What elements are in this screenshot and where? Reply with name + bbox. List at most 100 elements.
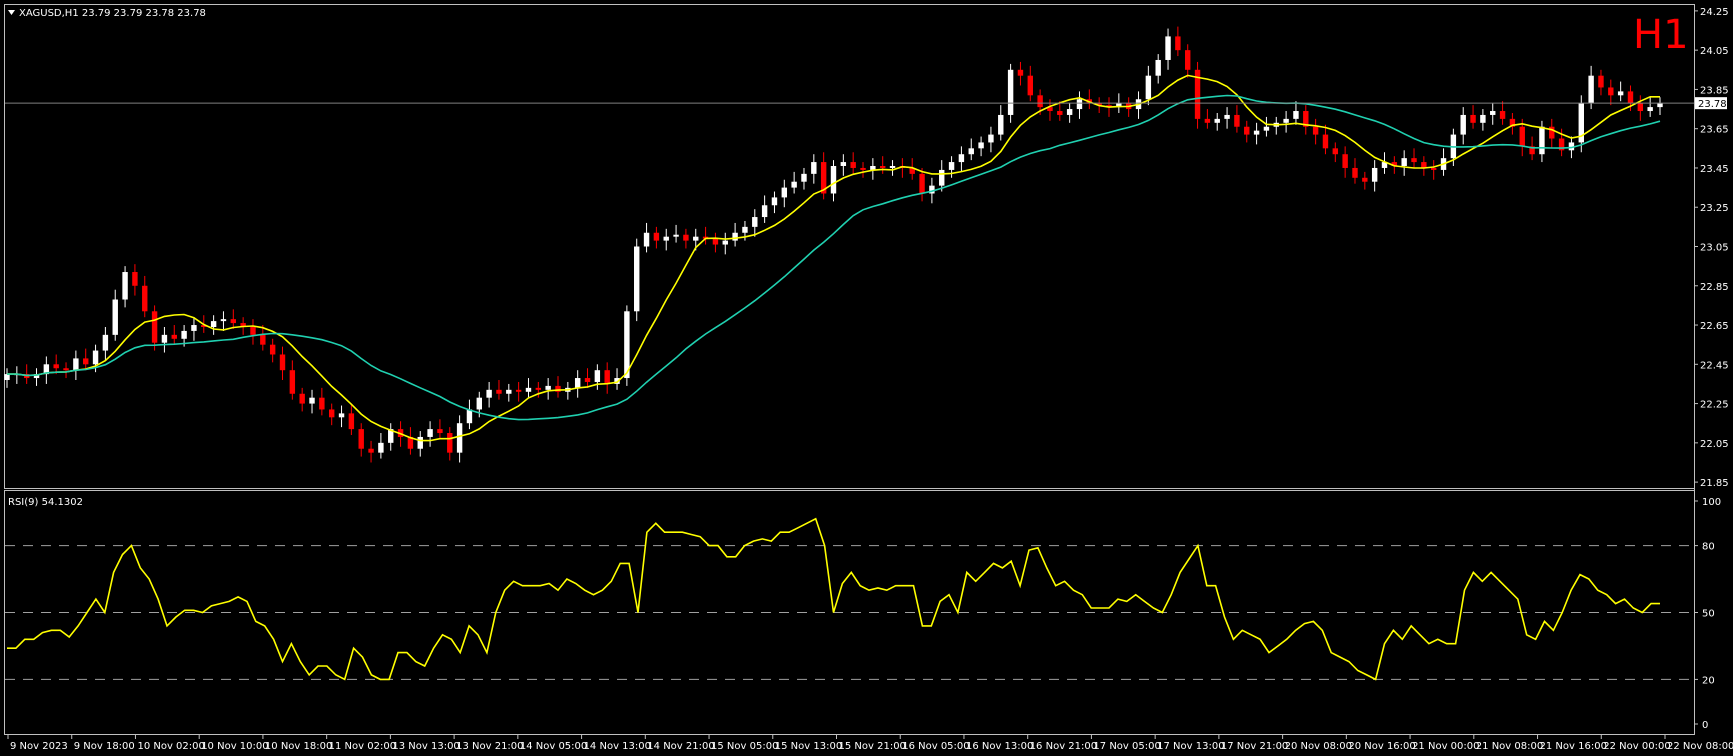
candle-body (1627, 91, 1634, 104)
candle-body (1499, 111, 1506, 119)
rsi-axis-label: 100 (1702, 497, 1721, 508)
candle-body (269, 344, 276, 355)
time-axis-label: 10 Nov 02:00 (137, 741, 204, 752)
candle-body (998, 114, 1004, 135)
candle-body (368, 448, 374, 453)
candle-body (378, 442, 384, 453)
candle-body (978, 142, 984, 149)
candle-body (791, 181, 797, 188)
candle-body (1647, 107, 1653, 112)
candle-body (506, 389, 512, 394)
candle-body (643, 232, 650, 247)
rsi-axis-label: 0 (1702, 720, 1708, 731)
candle-body (752, 217, 758, 227)
candle-body (309, 397, 315, 404)
candle-body (1411, 158, 1417, 163)
time-axis-label: 21 Nov 08:00 (1476, 741, 1543, 752)
candle-body (1312, 126, 1319, 135)
candle-body (584, 378, 591, 382)
candle-body (63, 368, 69, 371)
time-axis-label: 15 Nov 05:00 (711, 741, 778, 752)
current-price-label: 23.78 (1698, 99, 1727, 110)
candle-body (476, 397, 482, 410)
time-axis-label: 17 Nov 05:00 (1093, 741, 1160, 752)
price-axis-label: 21.85 (1700, 478, 1729, 489)
time-axis-label: 14 Nov 05:00 (520, 741, 587, 752)
candle-body (1234, 114, 1240, 127)
candle-body (279, 354, 286, 371)
time-axis-label: 17 Nov 21:00 (1221, 741, 1288, 752)
candle-body (594, 370, 601, 382)
price-axis-label: 23.45 (1700, 164, 1729, 175)
candle-body (112, 299, 118, 335)
candle-body (781, 187, 788, 198)
candle-body (1175, 36, 1181, 51)
candle-body (1342, 154, 1348, 168)
candle-body (801, 173, 807, 182)
candle-body (230, 319, 237, 324)
time-axis-label: 13 Nov 13:00 (392, 741, 459, 752)
candle-body (417, 436, 423, 449)
candle-body (73, 358, 79, 371)
candle-body (574, 378, 581, 388)
timeframe-badge: H1 (1633, 12, 1689, 58)
candle-body (122, 272, 128, 300)
candle-body (663, 236, 669, 241)
candle-body (250, 327, 256, 335)
candle-body (1027, 75, 1033, 96)
price-axis-label: 24.05 (1700, 46, 1729, 57)
price-axis-label: 23.05 (1700, 243, 1729, 254)
chart-canvas: 24.25 24.05 23.85 23.65 23.45 23.25 23.05 22.85… (4, 4, 1733, 752)
candle-body (358, 429, 364, 449)
candle-body (1480, 114, 1486, 123)
candle-body (1214, 118, 1220, 123)
candle-body (319, 397, 325, 410)
candle-body (437, 429, 443, 434)
chart-menu-triangle-icon[interactable] (8, 10, 15, 15)
time-axis-label: 14 Nov 13:00 (584, 741, 651, 752)
candle-body (1322, 134, 1329, 149)
candle-body (1155, 59, 1161, 76)
candle-body (260, 334, 266, 345)
candle-body (919, 173, 925, 194)
time-axis-label: 16 Nov 13:00 (966, 741, 1033, 752)
candle-body (1657, 103, 1663, 108)
candle-body (102, 334, 109, 351)
time-axis-label: 10 Nov 18:00 (265, 741, 332, 752)
candle-body (456, 423, 463, 453)
candle-body (850, 162, 856, 168)
candle-body (1401, 158, 1407, 166)
time-axis-label: 13 Nov 21:00 (456, 741, 523, 752)
candle-body (92, 350, 99, 365)
price-axis-label: 23.85 (1700, 85, 1729, 96)
candle-body (525, 387, 532, 392)
candle-body (722, 240, 728, 245)
candle-body (447, 433, 453, 453)
time-axis-label: 15 Nov 21:00 (839, 741, 906, 752)
price-axis-label: 22.45 (1700, 360, 1729, 371)
rsi-label: RSI(9) 54.1302 (8, 497, 83, 508)
time-axis-label: 15 Nov 13:00 (775, 741, 842, 752)
candle-body (151, 311, 158, 343)
candle-body (830, 166, 837, 194)
time-axis-label: 22 Nov 08:00 (1667, 741, 1733, 752)
candle-body (466, 409, 473, 424)
candle-body (1460, 114, 1466, 135)
candle-body (142, 285, 148, 312)
candlestick-series (4, 26, 1663, 463)
candle-body (289, 370, 296, 394)
candle-body (1057, 111, 1063, 115)
candle-body (958, 154, 965, 163)
time-axis-label: 16 Nov 05:00 (902, 741, 969, 752)
candle-body (1519, 126, 1525, 147)
candle-body (427, 429, 433, 437)
ma-slow-line (7, 94, 1661, 421)
candle-body (210, 321, 217, 327)
candle-body (939, 169, 945, 186)
candle-body (683, 234, 689, 241)
candle-body (1362, 177, 1368, 182)
candle-body (348, 413, 355, 430)
rsi-axis-label: 80 (1702, 542, 1715, 553)
candle-body (161, 334, 168, 343)
candle-body (515, 389, 522, 392)
